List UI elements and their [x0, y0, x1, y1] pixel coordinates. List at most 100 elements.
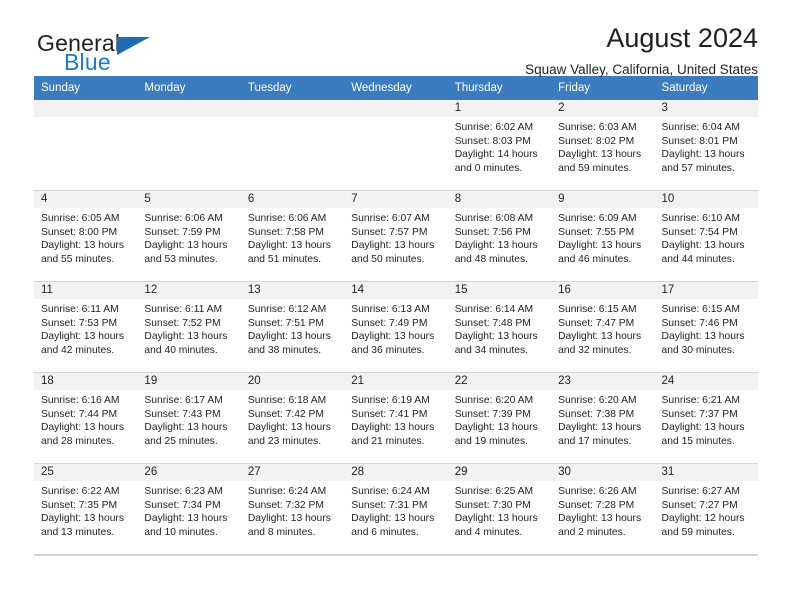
calendar-day-cell[interactable]: 9 Sunrise: 6:09 AM Sunset: 7:55 PM Daylight…	[551, 190, 655, 282]
sunrise-text: Sunrise: 6:09 AM	[558, 213, 637, 224]
calendar-day-cell[interactable]: 13 Sunrise: 6:12 AM Sunset: 7:51 PM Dayligh…	[240, 281, 345, 373]
day-number: 22	[447, 373, 552, 390]
weekday-header-thursday: Thursday	[447, 76, 552, 100]
daylight-text: Daylight: 13 hours and 10 minutes.	[144, 513, 228, 538]
day-number: 8	[447, 191, 552, 208]
calendar-day-cell[interactable]: 21 Sunrise: 6:19 AM Sunset: 7:41 PM Dayligh…	[344, 372, 448, 464]
day-number: 23	[551, 373, 655, 390]
calendar-day-cell[interactable]: 8 Sunrise: 6:08 AM Sunset: 7:56 PM Daylight…	[447, 190, 552, 282]
day-details: Sunrise: 6:03 AM Sunset: 8:02 PM Daylight:…	[551, 117, 654, 175]
calendar-cell-inner: 15 Sunrise: 6:14 AM Sunset: 7:48 PM Dayligh…	[447, 282, 552, 372]
sunrise-text: Sunrise: 6:24 AM	[247, 486, 327, 497]
sunset-text: Sunset: 7:42 PM	[247, 408, 324, 420]
day-details: Sunrise: 6:27 AM Sunset: 7:27 PM Daylight:…	[655, 481, 758, 539]
calendar-day-cell[interactable]: 31 Sunrise: 6:27 AM Sunset: 7:27 PM Dayligh…	[654, 463, 758, 555]
sunrise-text: Sunrise: 6:15 AM	[661, 304, 740, 315]
sunrise-text: Sunrise: 6:06 AM	[247, 213, 327, 224]
calendar-cell-inner: 7 Sunrise: 6:07 AM Sunset: 7:57 PM Daylight…	[344, 191, 448, 281]
calendar-day-cell[interactable]: 16 Sunrise: 6:15 AM Sunset: 7:47 PM Dayligh…	[551, 281, 655, 373]
day-details: Sunrise: 6:20 AM Sunset: 7:38 PM Daylight:…	[551, 390, 654, 448]
calendar-cell-inner: 8 Sunrise: 6:08 AM Sunset: 7:56 PM Daylight…	[447, 191, 552, 281]
sunset-text: Sunset: 7:31 PM	[351, 499, 428, 511]
day-details: Sunrise: 6:14 AM Sunset: 7:48 PM Daylight:…	[448, 299, 551, 357]
calendar-day-cell[interactable]: 4 Sunrise: 6:05 AM Sunset: 8:00 PM Daylight…	[34, 190, 138, 282]
day-number: 24	[654, 373, 758, 390]
daylight-text: Daylight: 13 hours and 46 minutes.	[558, 240, 642, 265]
page-header: General Blue August 2024 Squaw Valley, C…	[34, 0, 758, 77]
calendar-day-cell[interactable]: 15 Sunrise: 6:14 AM Sunset: 7:48 PM Dayligh…	[447, 281, 552, 373]
calendar-day-cell[interactable]: 20 Sunrise: 6:18 AM Sunset: 7:42 PM Dayligh…	[240, 372, 345, 464]
day-details: Sunrise: 6:21 AM Sunset: 7:37 PM Daylight:…	[655, 390, 758, 448]
sunrise-text: Sunrise: 6:17 AM	[144, 395, 223, 406]
calendar-day-cell[interactable]: 6 Sunrise: 6:06 AM Sunset: 7:58 PM Daylight…	[240, 190, 345, 282]
sunrise-text: Sunrise: 6:23 AM	[144, 486, 223, 497]
sunrise-text: Sunrise: 6:07 AM	[351, 213, 430, 224]
calendar-week-row: 4 Sunrise: 6:05 AM Sunset: 8:00 PM Daylight…	[34, 190, 758, 282]
sunset-text: Sunset: 7:51 PM	[247, 317, 324, 329]
calendar-day-cell[interactable]: 14 Sunrise: 6:13 AM Sunset: 7:49 PM Dayligh…	[344, 281, 448, 373]
sunset-text: Sunset: 8:00 PM	[41, 226, 118, 238]
sunset-text: Sunset: 7:47 PM	[558, 317, 635, 329]
day-details: Sunrise: 6:24 AM Sunset: 7:32 PM Daylight:…	[241, 481, 344, 539]
weekday-header-tuesday: Tuesday	[240, 76, 345, 100]
day-details: Sunrise: 6:11 AM Sunset: 7:53 PM Daylight:…	[34, 299, 137, 357]
calendar-cell-inner: 13 Sunrise: 6:12 AM Sunset: 7:51 PM Dayligh…	[240, 282, 345, 372]
calendar-day-cell[interactable]: 25 Sunrise: 6:22 AM Sunset: 7:35 PM Dayligh…	[34, 463, 138, 555]
sunrise-text: Sunrise: 6:03 AM	[558, 122, 637, 133]
calendar-day-cell[interactable]: 24 Sunrise: 6:21 AM Sunset: 7:37 PM Dayligh…	[654, 372, 758, 464]
calendar-cell-inner: 14 Sunrise: 6:13 AM Sunset: 7:49 PM Dayligh…	[344, 282, 448, 372]
daylight-text: Daylight: 12 hours and 59 minutes.	[661, 513, 745, 538]
calendar-day-cell[interactable]: 19 Sunrise: 6:17 AM Sunset: 7:43 PM Dayligh…	[137, 372, 241, 464]
sunrise-text: Sunrise: 6:19 AM	[351, 395, 430, 406]
sunset-text: Sunset: 7:30 PM	[454, 499, 531, 511]
calendar-day-cell[interactable]: 30 Sunrise: 6:26 AM Sunset: 7:28 PM Dayligh…	[551, 463, 655, 555]
day-details: Sunrise: 6:19 AM Sunset: 7:41 PM Daylight:…	[344, 390, 447, 448]
calendar-day-cell[interactable]: 17 Sunrise: 6:15 AM Sunset: 7:46 PM Dayligh…	[654, 281, 758, 373]
weekday-header-row: Sunday Monday Tuesday Wednesday Thursday…	[34, 76, 758, 100]
day-details: Sunrise: 6:04 AM Sunset: 8:01 PM Daylight:…	[655, 117, 758, 175]
calendar-day-cell[interactable]: 5 Sunrise: 6:06 AM Sunset: 7:59 PM Daylight…	[137, 190, 241, 282]
calendar-day-cell[interactable]: 2 Sunrise: 6:03 AM Sunset: 8:02 PM Daylight…	[551, 100, 655, 191]
day-number: 28	[344, 464, 448, 481]
brand-logo[interactable]: General Blue	[37, 30, 217, 78]
sunset-text: Sunset: 7:32 PM	[247, 499, 324, 511]
calendar-cell-inner: 6 Sunrise: 6:06 AM Sunset: 7:58 PM Daylight…	[240, 191, 345, 281]
calendar-day-cell[interactable]: 22 Sunrise: 6:20 AM Sunset: 7:39 PM Dayligh…	[447, 372, 552, 464]
daylight-text: Daylight: 13 hours and 59 minutes.	[558, 149, 642, 174]
daylight-text: Daylight: 13 hours and 21 minutes.	[351, 422, 435, 447]
day-number: 17	[654, 282, 758, 299]
calendar-day-cell[interactable]: 10 Sunrise: 6:10 AM Sunset: 7:54 PM Dayligh…	[654, 190, 758, 282]
weekday-header-saturday: Saturday	[654, 76, 758, 100]
calendar-cell-inner: 12 Sunrise: 6:11 AM Sunset: 7:52 PM Dayligh…	[137, 282, 241, 372]
sunrise-text: Sunrise: 6:15 AM	[558, 304, 637, 315]
sunset-text: Sunset: 7:41 PM	[351, 408, 428, 420]
daylight-text: Daylight: 13 hours and 55 minutes.	[41, 240, 124, 265]
calendar-day-cell[interactable]: 28 Sunrise: 6:24 AM Sunset: 7:31 PM Dayligh…	[344, 463, 448, 555]
calendar-day-cell[interactable]: 1 Sunrise: 6:02 AM Sunset: 8:03 PM Daylight…	[447, 100, 552, 191]
calendar-cell-inner: 22 Sunrise: 6:20 AM Sunset: 7:39 PM Dayligh…	[447, 373, 552, 463]
calendar-day-cell[interactable]: 26 Sunrise: 6:23 AM Sunset: 7:34 PM Dayligh…	[137, 463, 241, 555]
calendar-cell-empty	[137, 100, 241, 191]
calendar-day-cell[interactable]: 18 Sunrise: 6:16 AM Sunset: 7:44 PM Dayligh…	[34, 372, 138, 464]
calendar-day-cell[interactable]: 12 Sunrise: 6:11 AM Sunset: 7:52 PM Dayligh…	[137, 281, 241, 373]
calendar-day-cell[interactable]: 29 Sunrise: 6:25 AM Sunset: 7:30 PM Dayligh…	[447, 463, 552, 555]
sunrise-text: Sunrise: 6:21 AM	[661, 395, 740, 406]
sunrise-text: Sunrise: 6:10 AM	[661, 213, 740, 224]
sunrise-text: Sunrise: 6:08 AM	[454, 213, 534, 224]
sunset-text: Sunset: 8:03 PM	[454, 135, 531, 147]
day-number: 3	[654, 100, 758, 117]
calendar-cell-empty	[34, 100, 138, 191]
calendar-day-cell[interactable]: 7 Sunrise: 6:07 AM Sunset: 7:57 PM Daylight…	[344, 190, 448, 282]
calendar-day-cell[interactable]: 11 Sunrise: 6:11 AM Sunset: 7:53 PM Dayligh…	[34, 281, 138, 373]
calendar-day-cell[interactable]: 27 Sunrise: 6:24 AM Sunset: 7:32 PM Dayligh…	[240, 463, 345, 555]
calendar-cell-empty	[240, 100, 345, 191]
daylight-text: Daylight: 13 hours and 17 minutes.	[558, 422, 642, 447]
sunset-text: Sunset: 7:34 PM	[144, 499, 221, 511]
day-details: Sunrise: 6:17 AM Sunset: 7:43 PM Daylight:…	[137, 390, 240, 448]
calendar-day-cell[interactable]: 3 Sunrise: 6:04 AM Sunset: 8:01 PM Daylight…	[654, 100, 758, 191]
calendar-body: 1 Sunrise: 6:02 AM Sunset: 8:03 PM Daylight…	[34, 100, 758, 555]
daylight-text: Daylight: 13 hours and 51 minutes.	[247, 240, 331, 265]
calendar-day-cell[interactable]: 23 Sunrise: 6:20 AM Sunset: 7:38 PM Dayligh…	[551, 372, 655, 464]
day-number: 7	[344, 191, 448, 208]
sunrise-text: Sunrise: 6:20 AM	[454, 395, 534, 406]
